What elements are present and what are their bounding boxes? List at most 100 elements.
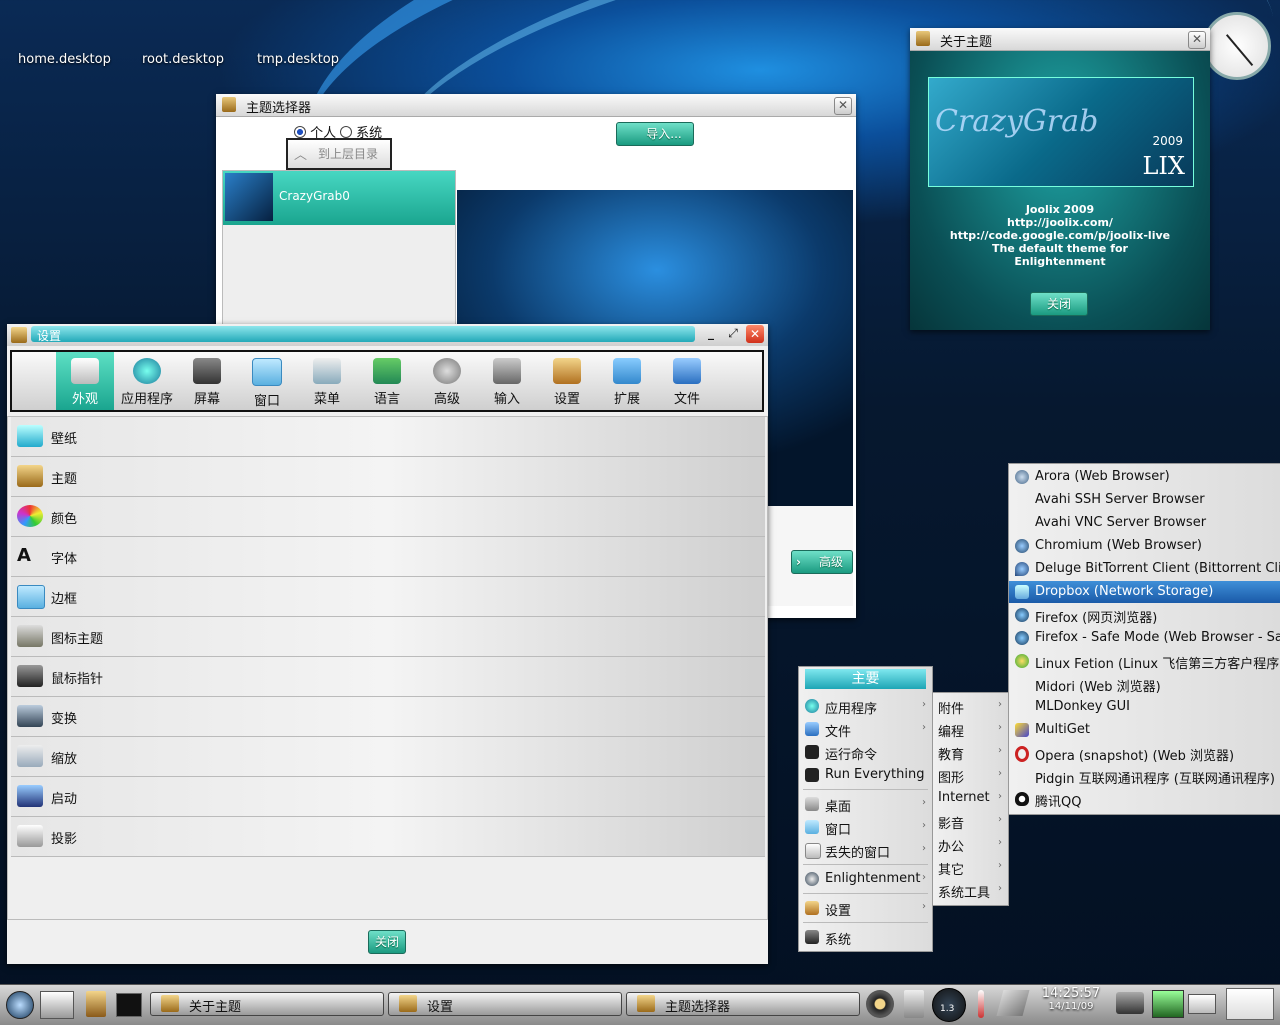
mail-icon[interactable]: [1188, 994, 1216, 1014]
settings-item-wallpaper[interactable]: 壁纸: [11, 417, 765, 457]
volume-icon[interactable]: [866, 990, 894, 1018]
tab-extensions[interactable]: 扩展: [598, 358, 656, 410]
show-desktop-button[interactable]: [1226, 988, 1274, 1020]
theme-list-item[interactable]: CrazyGrab0: [223, 171, 455, 225]
menu-item-system[interactable]: 系统: [799, 926, 932, 948]
submenu-item-office[interactable]: 办公 ›: [933, 833, 1008, 855]
close-icon[interactable]: ✕: [1188, 31, 1206, 49]
task-theme-selector[interactable]: 主题选择器: [626, 992, 860, 1016]
menu-item-applications[interactable]: 应用程序 ›: [799, 695, 932, 717]
tab-label: 高级: [433, 392, 460, 407]
thermometer-icon[interactable]: [978, 990, 984, 1018]
submenu-item-multimedia[interactable]: 影音 ›: [933, 810, 1008, 832]
app-item[interactable]: Chromium (Web Browser): [1009, 535, 1280, 557]
close-icon[interactable]: ✕: [834, 97, 852, 115]
tab-files[interactable]: 文件: [658, 358, 716, 410]
start-menu-icon[interactable]: [6, 991, 34, 1019]
menu-item-run-everything[interactable]: Run Everything: [799, 764, 932, 786]
tab-screen[interactable]: 屏幕: [178, 358, 236, 410]
submenu-item-graphics[interactable]: 图形 ›: [933, 764, 1008, 786]
app-item[interactable]: Opera (snapshot) (Web 浏览器): [1009, 742, 1280, 764]
about-close-button[interactable]: 关闭: [1030, 292, 1088, 316]
settings-item-colors[interactable]: 颜色: [11, 497, 765, 537]
app-item[interactable]: Firefox - Safe Mode (Web Browser - Safe …: [1009, 627, 1280, 649]
clock-widget[interactable]: [1203, 12, 1271, 80]
theme-selector-titlebar[interactable]: 主题选择器 ✕: [216, 94, 856, 117]
cpu-gauge-icon[interactable]: 1.3: [932, 988, 966, 1022]
submenu-item-internet[interactable]: Internet ›: [933, 787, 1008, 809]
tab-language[interactable]: 语言: [358, 358, 416, 410]
tab-label: 语言: [373, 392, 400, 407]
about-titlebar[interactable]: 关于主题 ✕: [910, 28, 1210, 51]
terminal-launcher-icon[interactable]: [116, 993, 142, 1017]
settings-titlebar[interactable]: 设置 _ ⤢ ✕: [7, 324, 768, 346]
app-item[interactable]: MLDonkey GUI: [1009, 696, 1280, 718]
tab-window[interactable]: 窗口: [238, 358, 296, 410]
app-item[interactable]: Midori (Web 浏览器): [1009, 673, 1280, 695]
app-item-selected[interactable]: Dropbox (Network Storage): [1009, 581, 1280, 603]
tab-label: 设置: [553, 392, 580, 407]
app-item[interactable]: 腾讯QQ: [1009, 788, 1280, 810]
settings-item-startup[interactable]: 启动: [11, 777, 765, 817]
app-item[interactable]: Pidgin 互联网通讯程序 (互联网通讯程序): [1009, 765, 1280, 787]
task-label: 主题选择器: [665, 1000, 731, 1015]
task-settings[interactable]: 设置: [388, 992, 622, 1016]
menu-icon: [313, 358, 341, 384]
tab-input[interactable]: 输入: [478, 358, 536, 410]
app-label: Chromium (Web Browser): [1035, 538, 1202, 553]
settings-item-fonts[interactable]: A 字体: [11, 537, 765, 577]
app-item[interactable]: Avahi VNC Server Browser: [1009, 512, 1280, 534]
maximize-icon[interactable]: ⤢: [725, 326, 741, 342]
desktop-icon-root[interactable]: root.desktop: [142, 52, 224, 67]
app-item[interactable]: Arora (Web Browser): [1009, 466, 1280, 488]
app-item[interactable]: Avahi SSH Server Browser: [1009, 489, 1280, 511]
menu-item-desktop[interactable]: 桌面 ›: [799, 793, 932, 815]
files-launcher-icon[interactable]: [86, 991, 106, 1017]
settings-item-shadow[interactable]: 投影: [11, 817, 765, 857]
settings-item-scaling[interactable]: 缩放: [11, 737, 765, 777]
task-about-theme[interactable]: 关于主题: [150, 992, 384, 1016]
settings-item-borders[interactable]: 边框: [11, 577, 765, 617]
settings-list: 壁纸 主题 颜色 A 字体 边框 图标主题 鼠标指针 变换 缩放 启动 投影: [7, 416, 768, 920]
trash-icon[interactable]: [904, 990, 924, 1018]
submenu-item-programming[interactable]: 编程 ›: [933, 718, 1008, 740]
internet-submenu: Arora (Web Browser) Avahi SSH Server Bro…: [1008, 463, 1280, 815]
tab-applications[interactable]: 应用程序: [118, 358, 176, 410]
settings-close-button[interactable]: 关闭: [368, 930, 406, 954]
menu-item-enlightenment[interactable]: Enlightenment ›: [799, 868, 932, 890]
minimize-icon[interactable]: _: [703, 326, 719, 342]
menu-item-settings[interactable]: 设置 ›: [799, 897, 932, 919]
desktop-icon-home[interactable]: home.desktop: [18, 52, 111, 67]
import-button[interactable]: 导入...: [616, 122, 694, 146]
settings-item-icon-theme[interactable]: 图标主题: [11, 617, 765, 657]
network-icon[interactable]: [1152, 990, 1184, 1018]
chevron-right-icon: ›: [998, 791, 1002, 802]
up-directory-button[interactable]: ︿ 到上层目录: [286, 138, 392, 170]
menu-item-windows[interactable]: 窗口 ›: [799, 816, 932, 838]
desktop-icon-tmp[interactable]: tmp.desktop: [257, 52, 339, 67]
settings-item-theme[interactable]: 主题: [11, 457, 765, 497]
menu-item-lost-windows[interactable]: 丢失的窗口 ›: [799, 839, 932, 861]
tab-settings[interactable]: 设置: [538, 358, 596, 410]
submenu-item-other[interactable]: 其它 ›: [933, 856, 1008, 878]
camera-icon[interactable]: [1116, 992, 1144, 1014]
tab-menu[interactable]: 菜单: [298, 358, 356, 410]
app-item[interactable]: Linux Fetion (Linux 飞信第三方客户程序): [1009, 650, 1280, 672]
menu-item-files[interactable]: 文件 ›: [799, 718, 932, 740]
submenu-item-accessories[interactable]: 附件 ›: [933, 695, 1008, 717]
item-label: 鼠标指针: [51, 672, 104, 687]
app-item[interactable]: MultiGet: [1009, 719, 1280, 741]
tab-appearance[interactable]: 外观: [56, 352, 114, 410]
menu-item-run-command[interactable]: 运行命令: [799, 741, 932, 763]
advanced-button[interactable]: › 高级: [791, 550, 853, 574]
settings-item-transitions[interactable]: 变换: [11, 697, 765, 737]
submenu-item-education[interactable]: 教育 ›: [933, 741, 1008, 763]
app-item[interactable]: Firefox (网页浏览器): [1009, 604, 1280, 626]
close-icon[interactable]: ✕: [746, 325, 764, 343]
tab-advanced[interactable]: 高级: [418, 358, 476, 410]
settings-item-mouse-cursor[interactable]: 鼠标指针: [11, 657, 765, 697]
app-item[interactable]: Deluge BitTorrent Client (Bittorrent Cli…: [1009, 558, 1280, 580]
pager-icon[interactable]: [40, 991, 74, 1019]
submenu-item-system-tools[interactable]: 系统工具 ›: [933, 879, 1008, 901]
taskbar-clock[interactable]: 14:25:57 14/11/09: [1040, 986, 1102, 1020]
